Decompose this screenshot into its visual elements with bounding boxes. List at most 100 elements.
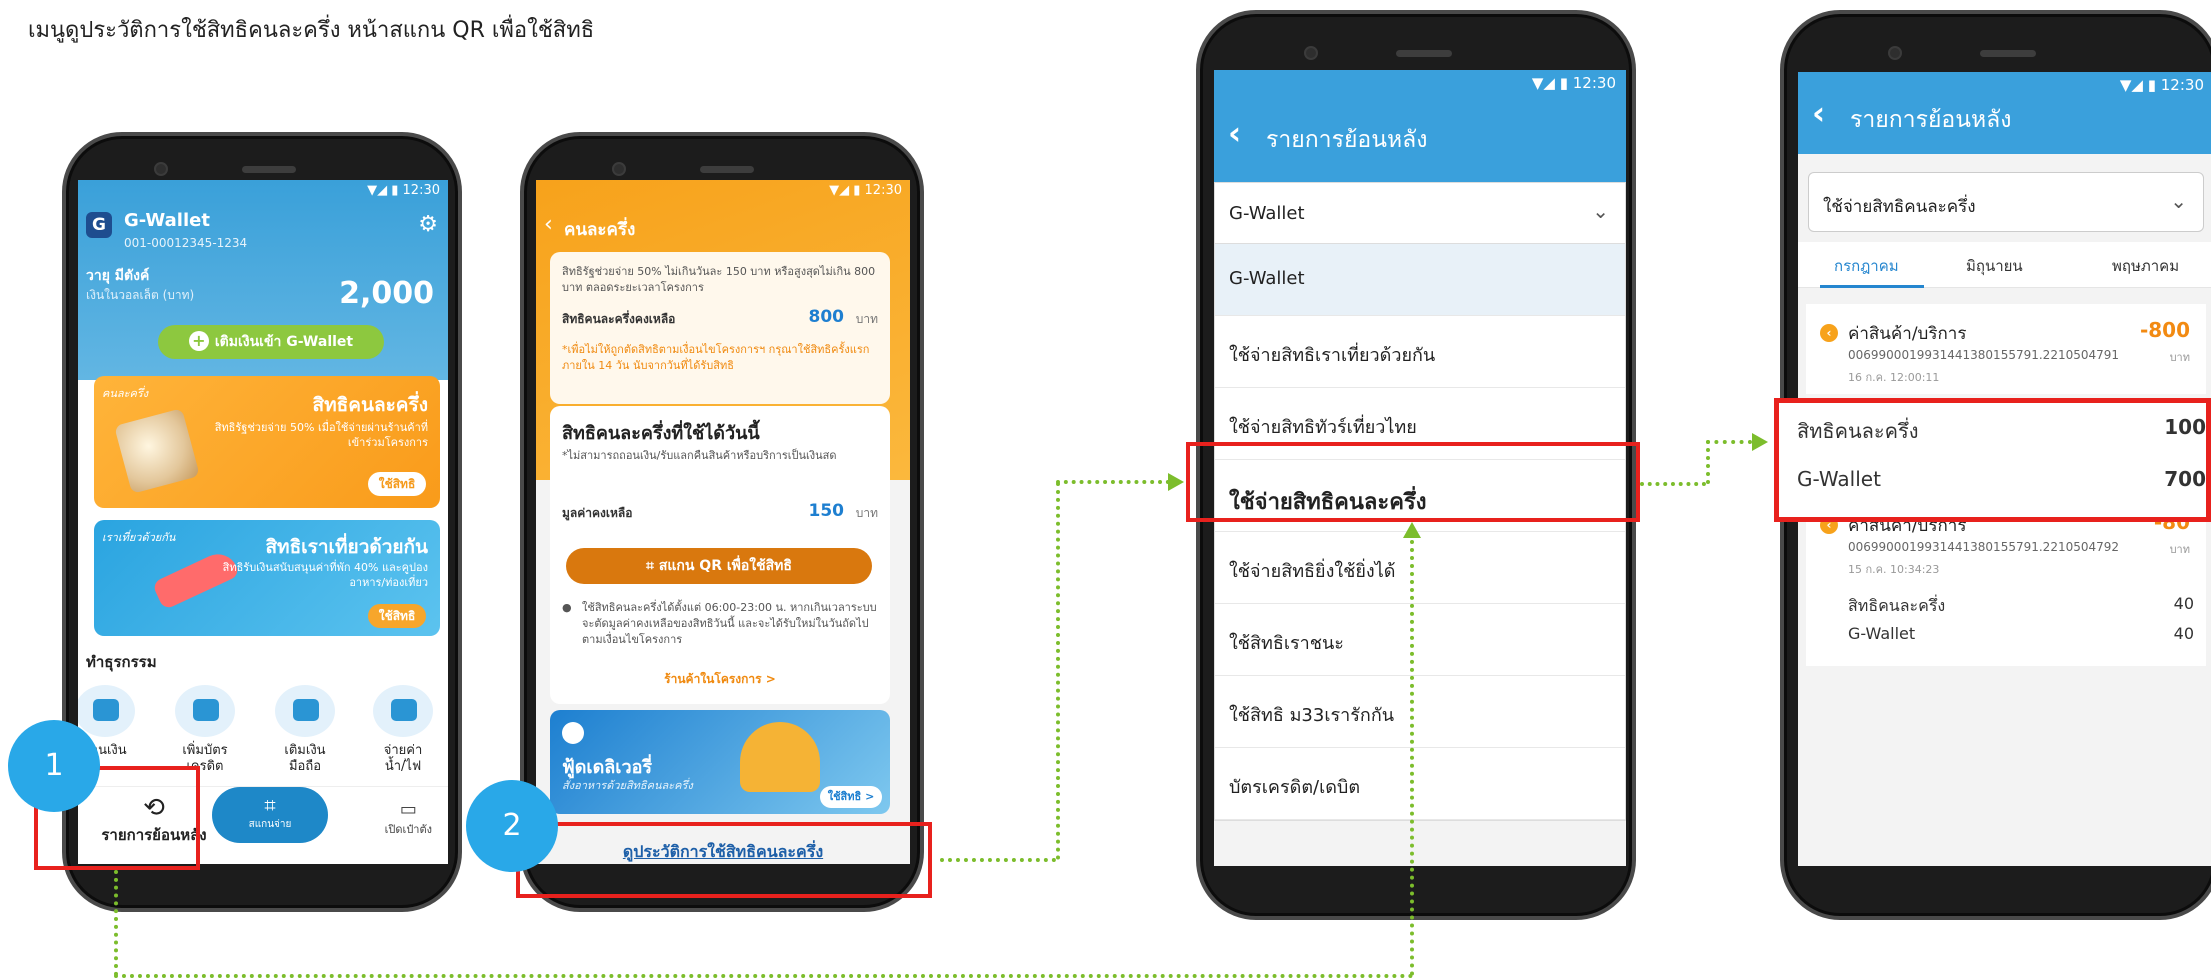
back-icon[interactable]: ‹: [544, 212, 553, 237]
option-g-wallet[interactable]: G-Wallet: [1215, 244, 1625, 316]
tab-june[interactable]: มิถุนายน: [1966, 254, 2023, 278]
screen-title: คนละครึ่ง: [564, 220, 636, 240]
txn-currency: บาท: [2169, 351, 2190, 364]
breakdown-value: 40: [2173, 624, 2194, 643]
delivery-use-button[interactable]: ใช้สิทธิ >: [820, 786, 882, 808]
food-delivery-banner[interactable]: ฟู้ดเดลิเวอรี่ สั่งอาหารด้วยสิทธิคนละครึ…: [550, 710, 890, 814]
value-label: มูลค่าคงเหลือ: [562, 506, 633, 520]
menu-pay-bills[interactable]: จ่ายค่า น้ำ/ไฟ: [368, 685, 438, 775]
connector-line: [1056, 482, 1060, 860]
option-more-use[interactable]: ใช้จ่ายสิทธิยิ่งใช้ยิ่งได้: [1215, 532, 1625, 604]
quota-card: สิทธิรัฐช่วยจ่าย 50% ไม่เกินวันละ 150 บา…: [550, 252, 890, 404]
half-half-banner[interactable]: คนละครึ่ง สิทธิคนละครึ่ง สิทธิรัฐช่วยจ่า…: [94, 376, 440, 508]
travel-banner[interactable]: เราเที่ยวด้วยกัน สิทธิเราเที่ยวด้วยกัน ส…: [94, 520, 440, 636]
page-caption: เมนูดูประวัติการใช้สิทธิคนละครึ่ง หน้าสแ…: [28, 18, 595, 43]
option-travel[interactable]: ใช้จ่ายสิทธิเราเที่ยวด้วยกัน: [1215, 316, 1625, 388]
menu-label: เติมเงิน มือถือ: [284, 743, 326, 774]
breakdown-label: G-Wallet: [1797, 467, 1881, 491]
back-icon[interactable]: ‹: [1812, 94, 1825, 132]
account-number: 001-00012345-1234: [124, 236, 248, 250]
today-note: *ไม่สามารถถอนเงิน/รับแลกคืนสินค้าหรือบริ…: [562, 449, 837, 462]
month-tabs: กรกฎาคม มิถุนายน พฤษภาคม: [1798, 242, 2211, 288]
txn-currency: บาท: [2169, 543, 2190, 556]
option-m33[interactable]: ใช้สิทธิ ม33เรารักกัน: [1215, 676, 1625, 748]
coin-icon: ‹: [1820, 324, 1838, 342]
topup-label: เติมเงินเข้า G-Wallet: [214, 334, 354, 350]
app-bar: ▼◢ ▮ 12:30 ‹ รายการย้อนหลัง: [1214, 70, 1626, 182]
back-icon[interactable]: ‹: [1228, 114, 1241, 152]
txn-date: 16 ก.ค. 12:00:11: [1848, 371, 1940, 384]
plus-icon: +: [188, 331, 209, 351]
gear-icon[interactable]: ⚙: [418, 212, 438, 237]
status-bar: ▼◢ ▮ 12:30: [367, 183, 440, 198]
menu-add-card[interactable]: เพิ่มบัตร เครดิต: [170, 685, 240, 775]
speaker: [1396, 50, 1452, 57]
today-title: สิทธิคนละครึ่งที่ใช้ได้วันนี้: [562, 423, 760, 444]
arrow-right-icon: [1752, 433, 1768, 451]
status-time: 12:30: [864, 183, 902, 198]
status-bar: ▼◢ ▮ 12:30: [2119, 76, 2204, 94]
arrow-up-icon: [1403, 522, 1421, 538]
scan-qr-label: สแกน QR เพื่อใช้สิทธิ: [658, 558, 792, 574]
camera: [154, 162, 168, 176]
nav-scan-pay[interactable]: ⌗ สแกนจ่าย: [212, 787, 328, 843]
scan-qr-button[interactable]: ⌗ สแกน QR เพื่อใช้สิทธิ: [566, 548, 872, 584]
unit: บาท: [855, 506, 878, 520]
quota-info: สิทธิรัฐช่วยจ่าย 50% ไม่เกินวันละ 150 บา…: [562, 265, 876, 294]
option-rao-chana[interactable]: ใช้สิทธิเราชนะ: [1215, 604, 1625, 676]
mobile-icon: [275, 685, 335, 737]
info-icon: ●: [562, 601, 572, 614]
speaker: [700, 166, 754, 173]
section-title: ทำธุรกรรม: [86, 653, 157, 671]
camera: [1888, 46, 1902, 60]
step-1-badge: 1: [8, 720, 100, 812]
balance-amount: 2,000: [339, 276, 434, 311]
shops-link[interactable]: ร้านค้าในโครงการ >: [550, 670, 890, 689]
home-screen: ▼◢ ▮ 12:30 G G-Wallet 001-00012345-1234 …: [78, 180, 448, 864]
use-right-button[interactable]: ใช้สิทธิ: [368, 472, 426, 496]
highlight-breakdown: สิทธิคนละครึ่ง 100 G-Wallet 700: [1774, 398, 2211, 522]
history-type-select[interactable]: G-Wallet ⌄: [1214, 182, 1626, 244]
nav-scan-label: สแกนจ่าย: [248, 819, 292, 830]
tab-may[interactable]: พฤษภาคม: [2112, 254, 2179, 278]
card-icon: [175, 685, 235, 737]
menu-topup-mobile[interactable]: เติมเงิน มือถือ: [270, 685, 340, 775]
chevron-down-icon: ⌄: [1592, 199, 1609, 223]
transaction-menu: โอนเงิน เพิ่มบัตร เครดิต เติมเงิน มือถือ…: [78, 685, 448, 775]
time-note-text: ใช้สิทธิคนละครึ่งได้ตั้งแต่ 06:00-23:00 …: [582, 601, 877, 646]
breakdown-value: 700: [2164, 467, 2206, 491]
camera: [1304, 46, 1318, 60]
connector-line: [1410, 540, 1414, 976]
tab-july[interactable]: กรกฎาคม: [1834, 254, 1899, 278]
screen-title: รายการย้อนหลัง: [1850, 107, 2012, 133]
remaining-value: 800: [808, 307, 845, 327]
transaction-item[interactable]: ‹ ค่าสินค้า/บริการ 006990001993144138015…: [1806, 304, 2206, 394]
speaker: [242, 166, 296, 173]
wallet-header: ▼◢ ▮ 12:30 G G-Wallet 001-00012345-1234 …: [78, 180, 448, 380]
status-bar: ▼◢ ▮ 12:30: [829, 183, 902, 198]
connector-line: [940, 858, 1056, 862]
banner-tag: เราเที่ยวด้วยกัน: [102, 531, 176, 544]
qr-icon: ⌗: [646, 558, 659, 574]
camera: [612, 162, 626, 176]
status-time: 12:30: [1572, 74, 1616, 92]
banner-title: สิทธิคนละครึ่ง: [312, 394, 428, 416]
screen-title: รายการย้อนหลัง: [1266, 127, 1428, 153]
half-half-screen: ▼◢ ▮ 12:30 ‹ คนละครึ่ง สิทธิรัฐช่วยจ่าย …: [536, 180, 910, 864]
time-note: ● ใช้สิทธิคนละครึ่งได้ตั้งแต่ 06:00-23:00…: [562, 600, 878, 648]
chevron-down-icon: ⌄: [2170, 189, 2187, 213]
highlight-half-half-option: [1186, 442, 1640, 522]
breakdown-row: G-Wallet 40: [1848, 624, 2208, 643]
use-right-button[interactable]: ใช้สิทธิ: [368, 604, 426, 628]
topup-button[interactable]: + เติมเงินเข้า G-Wallet: [158, 325, 384, 359]
connector-line: [1706, 440, 1752, 444]
breakdown-value: 40: [2173, 594, 2194, 613]
breakdown-label: สิทธิคนละครึ่ง: [1797, 419, 1919, 443]
banner-subtitle: สิทธิรับเงินสนับสนุนค่าที่พัก 40% และคูป…: [222, 561, 428, 589]
nav-paotang[interactable]: ▭ เปิดเป๋าตัง: [385, 799, 432, 838]
history-type-select[interactable]: ใช้จ่ายสิทธิคนละครึ่ง ⌄: [1808, 172, 2204, 232]
option-card[interactable]: บัตรเครดิต/เดบิต: [1215, 748, 1625, 820]
txn-amount: -800: [2139, 318, 2190, 342]
select-value: ใช้จ่ายสิทธิคนละครึ่ง: [1823, 197, 1976, 217]
wallet-icon: ▭: [399, 799, 417, 820]
